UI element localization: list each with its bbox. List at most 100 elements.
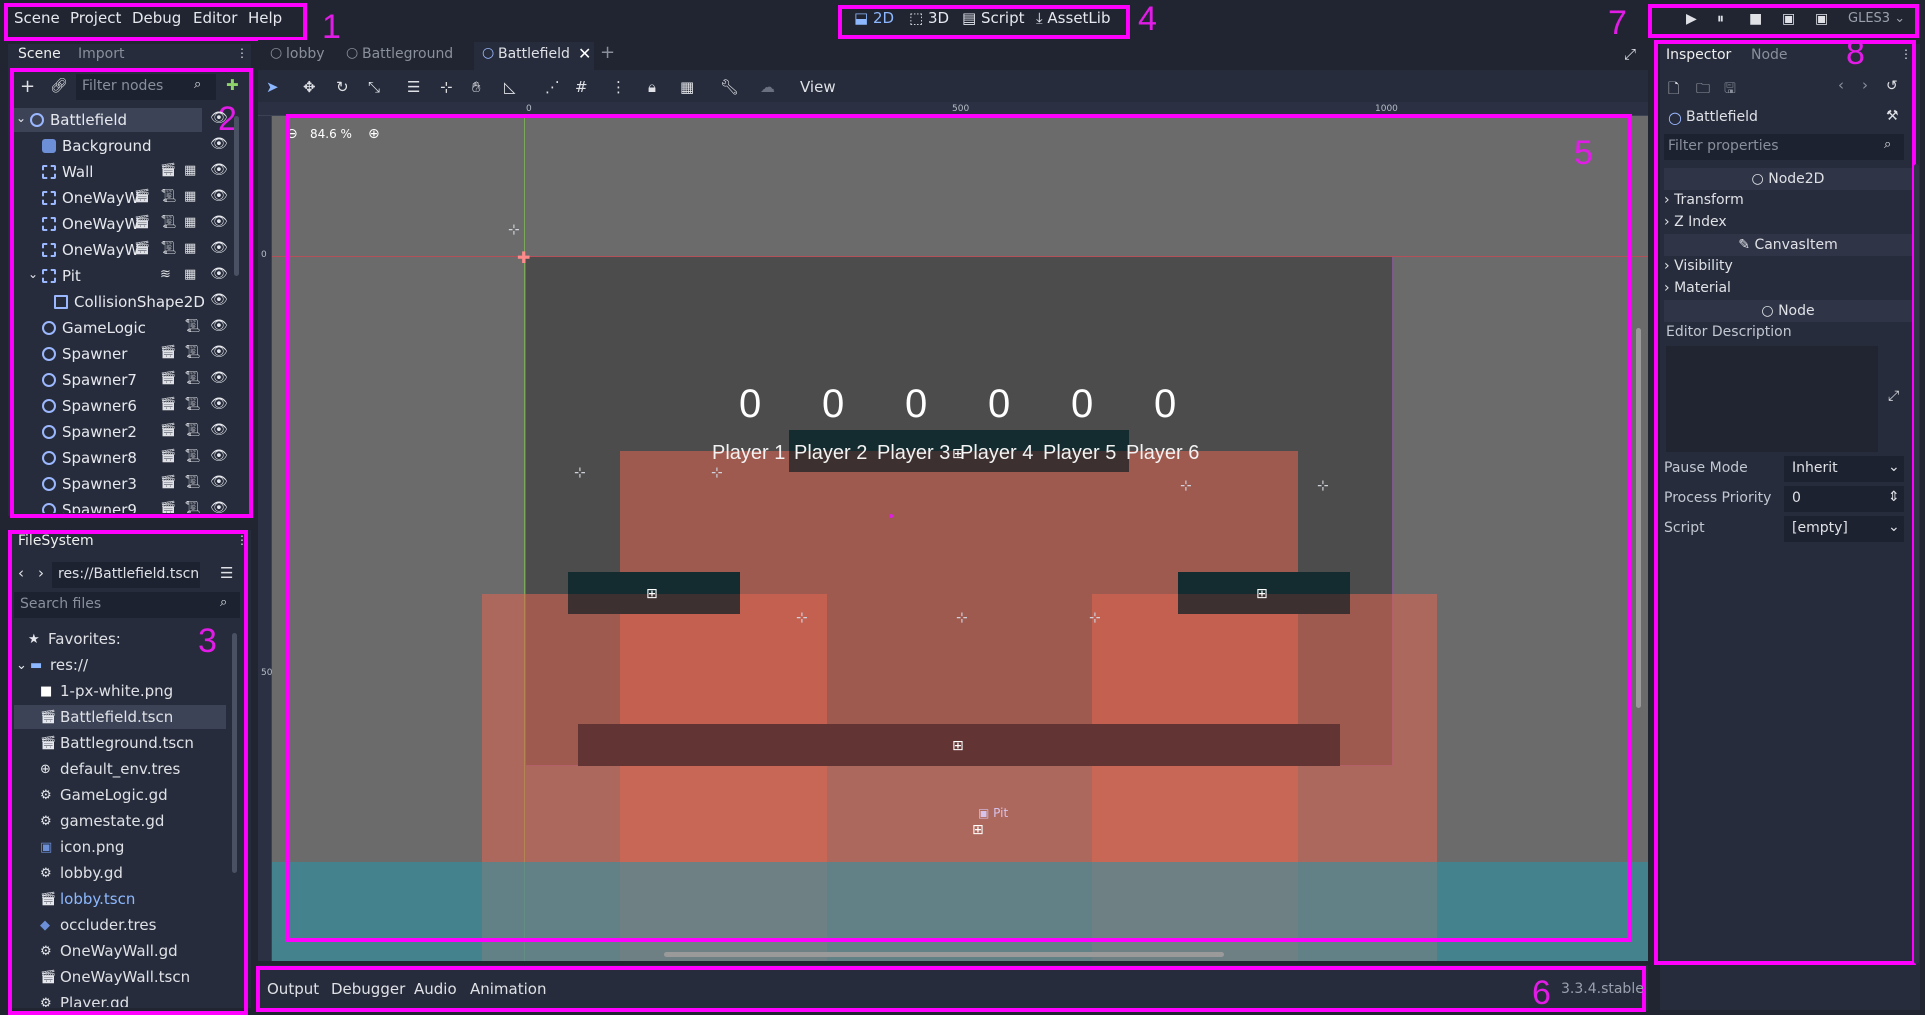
attach-script-icon[interactable]: ✚: [226, 76, 239, 94]
group-icon[interactable]: ▦: [680, 78, 694, 96]
file-row[interactable]: ⚙ lobby.gd: [14, 861, 234, 885]
eye-icon[interactable]: 👁︎: [210, 136, 228, 152]
tree-node-wall[interactable]: Wall 🎬︎ ▦ 👁︎: [14, 160, 244, 184]
eye-icon[interactable]: 👁︎: [210, 214, 228, 230]
script-icon[interactable]: 📜︎: [184, 397, 201, 412]
file-row[interactable]: 🎬︎ OneWayWall.tscn: [14, 965, 234, 989]
tree-node-spawner6[interactable]: Spawner6 🎬︎ 📜︎ 👁︎: [14, 394, 244, 418]
script-icon[interactable]: 📜︎: [184, 319, 201, 334]
tab-battleground[interactable]: ○ Battleground: [340, 42, 470, 68]
tree-node-onewayw-1[interactable]: OneWayW 🎬︎ 📜︎ ▦ 👁︎: [14, 186, 244, 210]
group-icon[interactable]: ▦: [184, 163, 196, 178]
pan-tool-icon[interactable]: ✋︎: [472, 78, 481, 96]
file-tree-scrollbar[interactable]: [232, 633, 237, 873]
rotate-tool-icon[interactable]: ↻: [336, 78, 349, 96]
tab-scene[interactable]: Scene: [18, 46, 61, 62]
path-field[interactable]: res://Battlefield.tscn: [52, 562, 200, 588]
scene-instance-icon[interactable]: 🎬︎: [160, 397, 177, 412]
inspector-scrollbar[interactable]: [1914, 164, 1919, 964]
expand-icon[interactable]: ⤢: [1888, 388, 1899, 404]
tab-filesystem[interactable]: FileSystem: [18, 533, 94, 549]
chevron-down-icon[interactable]: ⌄: [28, 267, 38, 281]
editor-description-field[interactable]: [1666, 346, 1878, 452]
move-tool-icon[interactable]: ✥: [303, 78, 316, 96]
tab-output[interactable]: Output: [267, 980, 319, 998]
save-icon[interactable]: 🖫: [1724, 78, 1736, 102]
tab-node[interactable]: Node: [1751, 47, 1788, 63]
script-icon[interactable]: 📜︎: [184, 449, 201, 464]
distraction-free-icon[interactable]: ⤢: [1624, 45, 1636, 63]
scene-instance-icon[interactable]: 🎬︎: [134, 215, 151, 230]
eye-icon[interactable]: 👁︎: [210, 240, 228, 256]
tree-node-gamelogic[interactable]: GameLogic 📜︎ 👁︎: [14, 316, 244, 340]
script-icon[interactable]: 📜︎: [160, 215, 177, 230]
pause-icon[interactable]: ⏸: [1717, 11, 1724, 27]
object-tools-icon[interactable]: ⚒: [1886, 108, 1899, 124]
prop-visibility[interactable]: › Visibility: [1664, 258, 1733, 274]
file-row[interactable]: ■ 1-px-white.png: [14, 679, 234, 703]
scene-instance-icon[interactable]: 🎬︎: [160, 475, 177, 490]
group-icon[interactable]: ▦: [184, 189, 196, 204]
scene-instance-icon[interactable]: 🎬︎: [160, 501, 177, 513]
back-icon[interactable]: ‹: [18, 564, 24, 582]
script-icon[interactable]: 📜︎: [160, 189, 177, 204]
eye-icon[interactable]: 👁︎: [210, 292, 228, 308]
split-mode-icon[interactable]: ☰: [220, 564, 233, 582]
script-icon[interactable]: 📜︎: [184, 475, 201, 490]
script-icon[interactable]: 📜︎: [184, 345, 201, 360]
dock-menu-icon[interactable]: ⋮: [236, 533, 248, 547]
filter-properties-input[interactable]: Filter properties ⌕: [1664, 134, 1904, 160]
back-icon[interactable]: ‹: [1838, 76, 1844, 94]
scene-instance-icon[interactable]: 🎬︎: [134, 189, 151, 204]
snap-options-icon[interactable]: ⋮: [611, 78, 626, 96]
play-icon[interactable]: ▶: [1686, 11, 1697, 27]
skeleton-icon[interactable]: 🔧︎: [720, 78, 739, 96]
file-row[interactable]: ⊕ default_env.tres: [14, 757, 234, 781]
play-custom-scene-icon[interactable]: ▣: [1815, 11, 1828, 27]
chevron-down-icon[interactable]: ⌄: [16, 658, 27, 673]
filter-nodes-input[interactable]: Filter nodes ⌕: [76, 74, 216, 100]
tab-inspector[interactable]: Inspector: [1666, 47, 1731, 63]
select-tool-icon[interactable]: ➤: [266, 78, 279, 96]
chevron-down-icon[interactable]: ⌄: [16, 111, 26, 125]
tree-node-onewayw-3[interactable]: OneWayW 🎬︎ 📜︎ ▦ 👁︎: [14, 238, 244, 262]
favorites-row[interactable]: ★ Favorites:: [14, 627, 234, 651]
smart-snap-icon[interactable]: ⋰: [545, 78, 560, 96]
script-icon[interactable]: 📜︎: [184, 501, 201, 513]
file-row[interactable]: ◆ occluder.tres: [14, 913, 234, 937]
scene-instance-icon[interactable]: 🎬︎: [160, 371, 177, 386]
script-icon[interactable]: 📜︎: [160, 241, 177, 256]
eye-icon[interactable]: 👁︎: [210, 162, 228, 178]
tree-node-spawner9[interactable]: Spawner9 🎬︎ 📜︎ 👁︎: [14, 498, 244, 513]
tree-node-background[interactable]: Background 👁︎: [14, 134, 244, 158]
group-icon[interactable]: ▦: [184, 215, 196, 230]
new-resource-icon[interactable]: 🗋: [1668, 78, 1679, 102]
prop-material[interactable]: › Material: [1664, 280, 1731, 296]
file-row[interactable]: ⚙ GameLogic.gd: [14, 783, 234, 807]
lock-icon[interactable]: 🔒︎: [648, 78, 656, 96]
add-node-icon[interactable]: +: [20, 76, 35, 97]
eye-icon[interactable]: 👁︎: [210, 422, 228, 438]
tab-lobby[interactable]: ○ lobby: [264, 42, 336, 68]
close-icon[interactable]: ✕: [578, 44, 591, 63]
tree-node-battlefield[interactable]: ⌄ Battlefield: [14, 108, 202, 132]
signal-icon[interactable]: ≋: [160, 267, 171, 282]
load-resource-icon[interactable]: 🗀: [1696, 78, 1710, 102]
file-row[interactable]: 🎬︎ lobby.tscn: [14, 887, 234, 911]
tree-node-spawner8[interactable]: Spawner8 🎬︎ 📜︎ 👁︎: [14, 446, 244, 470]
scene-tree-scrollbar[interactable]: [234, 116, 239, 276]
script-icon[interactable]: 📜︎: [184, 423, 201, 438]
pivot-tool-icon[interactable]: ⊹: [440, 78, 453, 96]
tree-node-spawner[interactable]: Spawner 🎬︎ 📜︎ 👁︎: [14, 342, 244, 366]
forward-icon[interactable]: ›: [1862, 76, 1868, 94]
tab-debugger[interactable]: Debugger: [331, 980, 405, 998]
link-icon[interactable]: 🔗︎: [50, 78, 68, 94]
eye-icon[interactable]: 👁︎: [210, 110, 228, 126]
file-row[interactable]: ▣ icon.png: [14, 835, 234, 859]
viewport-v-scrollbar[interactable]: [1636, 328, 1641, 708]
eye-icon[interactable]: 👁︎: [210, 344, 228, 360]
dock-menu-icon[interactable]: ⋮: [236, 46, 248, 60]
tree-node-onewayw-2[interactable]: OneWayW 🎬︎ 📜︎ ▦ 👁︎: [14, 212, 244, 236]
tree-node-spawner2[interactable]: Spawner2 🎬︎ 📜︎ 👁︎: [14, 420, 244, 444]
tree-node-pit[interactable]: ⌄ Pit ≋ ▦ 👁︎: [14, 264, 244, 288]
